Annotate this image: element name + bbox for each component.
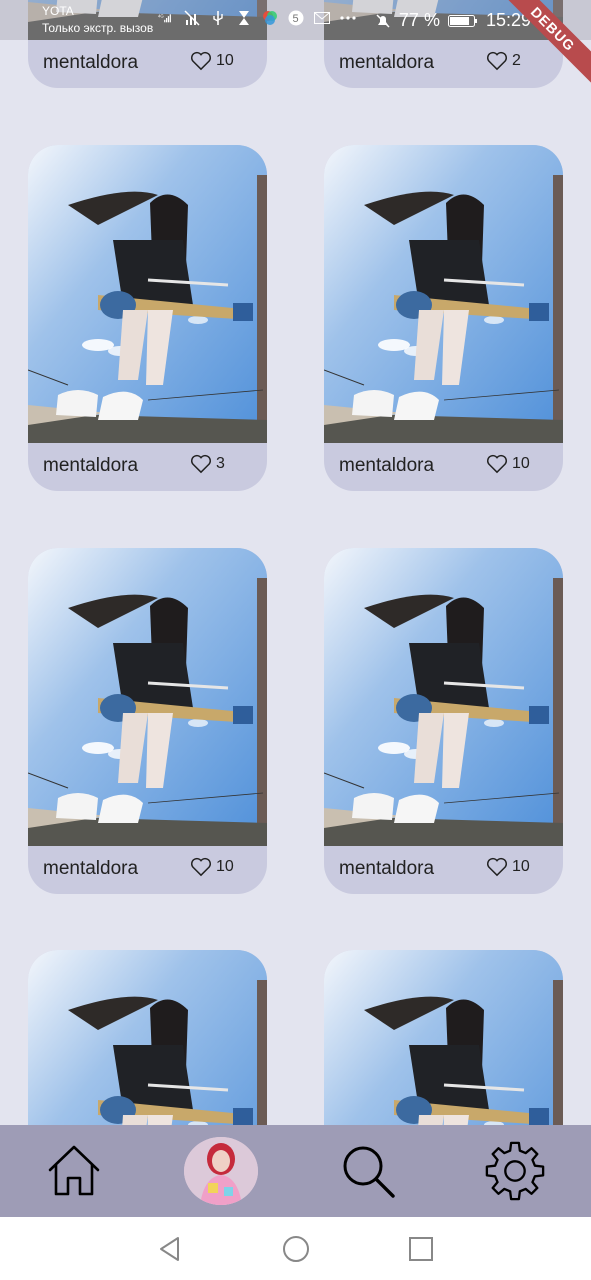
nav-search-button[interactable] — [336, 1139, 400, 1203]
post-username[interactable]: mentaldora — [43, 455, 138, 477]
no-signal-icon — [184, 10, 200, 26]
post-photo[interactable] — [324, 145, 563, 443]
status-right: 77 % 15:29 — [375, 10, 531, 31]
post-photo[interactable] — [28, 548, 267, 846]
search-icon — [343, 1146, 395, 1198]
like-count: 10 — [216, 858, 234, 875]
post-footer: mentaldora 10 — [324, 846, 563, 894]
post-username[interactable]: mentaldora — [339, 455, 434, 477]
like-count: 3 — [216, 455, 225, 472]
battery-icon — [447, 13, 478, 29]
like-button[interactable]: 2 — [486, 51, 521, 71]
nav-settings-button[interactable] — [483, 1139, 547, 1203]
post-photo[interactable] — [28, 950, 267, 1125]
post-card[interactable]: mentaldora 3 — [28, 145, 267, 491]
app-five-icon: 5 — [288, 10, 304, 26]
post-username[interactable]: mentaldora — [43, 858, 138, 880]
like-count: 10 — [216, 52, 234, 69]
svg-text:5: 5 — [293, 13, 299, 25]
mail-icon — [314, 10, 330, 26]
mute-bell-icon — [375, 13, 391, 29]
battery-percent: 77 % — [398, 10, 440, 30]
like-count: 2 — [512, 52, 521, 69]
more-icon — [340, 10, 356, 26]
home-icon — [48, 1145, 100, 1196]
like-count: 10 — [512, 455, 530, 472]
status-bar: YOTA Только экстр. вызов 4G 5 77 % 15:29 — [0, 0, 591, 40]
home-circle-icon[interactable] — [281, 1234, 311, 1264]
like-button[interactable]: 10 — [486, 857, 530, 877]
post-card[interactable] — [28, 950, 267, 1125]
post-username[interactable]: mentaldora — [339, 52, 434, 74]
gear-icon — [485, 1141, 545, 1201]
heart-icon — [487, 51, 507, 71]
svg-text:4G: 4G — [158, 13, 164, 18]
post-username[interactable]: mentaldora — [339, 858, 434, 880]
hourglass-icon — [236, 10, 252, 26]
heart-icon — [191, 51, 211, 71]
post-footer: mentaldora 10 — [28, 846, 267, 894]
recents-icon[interactable] — [406, 1234, 436, 1264]
heart-icon — [487, 454, 507, 474]
profile-avatar[interactable] — [184, 1137, 258, 1205]
heart-icon — [191, 857, 211, 877]
post-photo[interactable] — [324, 950, 563, 1125]
nav-home-button[interactable] — [42, 1139, 106, 1203]
post-footer: mentaldora 10 — [324, 443, 563, 491]
back-icon[interactable] — [155, 1234, 185, 1264]
post-photo[interactable] — [28, 145, 267, 443]
post-footer: mentaldora 2 — [324, 40, 563, 88]
like-button[interactable]: 10 — [190, 857, 234, 877]
like-button[interactable]: 10 — [486, 454, 530, 474]
post-card[interactable]: mentaldora 10 — [324, 548, 563, 894]
bottom-nav — [0, 1125, 591, 1217]
like-button[interactable]: 10 — [190, 51, 234, 71]
post-username[interactable]: mentaldora — [43, 52, 138, 74]
signal-icon: 4G — [158, 10, 174, 26]
status-icons: 4G 5 — [158, 10, 356, 26]
carrier-name: YOTA — [42, 4, 74, 18]
post-photo[interactable] — [324, 548, 563, 846]
post-card[interactable]: mentaldora 10 — [28, 548, 267, 894]
heart-icon — [191, 454, 211, 474]
post-card[interactable]: mentaldora 10 — [324, 145, 563, 491]
usb-icon — [210, 10, 226, 26]
post-card[interactable] — [324, 950, 563, 1125]
post-footer: mentaldora 10 — [28, 40, 267, 88]
heart-icon — [487, 857, 507, 877]
carrier-status: Только экстр. вызов — [42, 21, 154, 35]
system-nav-bar — [0, 1217, 591, 1280]
like-count: 10 — [512, 858, 530, 875]
like-button[interactable]: 3 — [190, 454, 225, 474]
post-footer: mentaldora 3 — [28, 443, 267, 491]
post-grid[interactable]: mentaldora 10 mentaldora 2 mentaldora 3 — [0, 0, 591, 1125]
color-app-icon — [262, 10, 278, 26]
